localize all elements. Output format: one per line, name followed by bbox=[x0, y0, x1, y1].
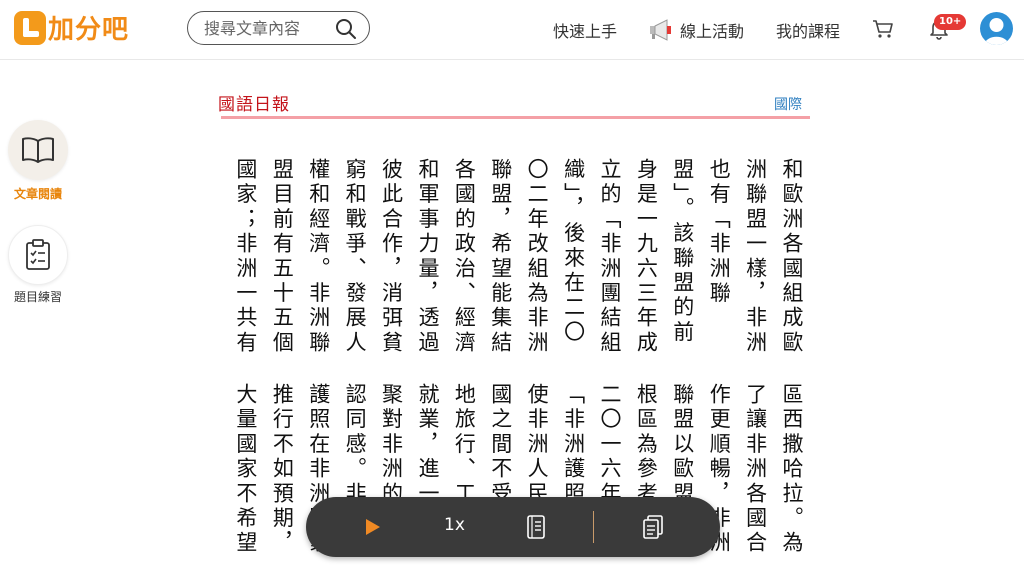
header-divider bbox=[221, 116, 810, 119]
nav-quick-start[interactable]: 快速上手 bbox=[553, 0, 617, 60]
section-tag: 國際 bbox=[774, 97, 802, 113]
playback-speed-button[interactable]: 1x bbox=[444, 515, 465, 535]
app-logo[interactable]: 加分吧 bbox=[14, 9, 129, 46]
text-document-icon[interactable] bbox=[526, 514, 546, 540]
player-divider bbox=[593, 511, 594, 543]
nav-my-courses[interactable]: 我的課程 bbox=[776, 0, 840, 60]
nav-online-events[interactable]: 線上活動 bbox=[648, 0, 744, 60]
audio-player-bar: 1x bbox=[306, 497, 720, 557]
pages-document-icon[interactable] bbox=[642, 514, 664, 540]
sidebar-item-article-reading[interactable] bbox=[8, 120, 68, 180]
megaphone-icon bbox=[650, 19, 671, 41]
nav-my-courses-label: 我的課程 bbox=[776, 22, 841, 41]
shopping-cart-icon[interactable] bbox=[872, 19, 894, 39]
notification-badge: 10+ bbox=[934, 14, 967, 30]
newspaper-header: 國語日報 國際 bbox=[218, 88, 810, 118]
search-icon[interactable] bbox=[335, 18, 357, 40]
sidebar-item-question-practice-label: 題目練習 bbox=[13, 290, 62, 304]
book-icon bbox=[22, 137, 54, 163]
clipboard-checklist-icon bbox=[26, 239, 50, 270]
nav-online-events-label: 線上活動 bbox=[680, 22, 745, 41]
sidebar-item-question-practice[interactable] bbox=[8, 225, 68, 285]
user-avatar-icon bbox=[984, 18, 1009, 45]
sidebar-item-article-reading-label: 文章閱讀 bbox=[13, 187, 62, 201]
top-header: 加分吧 快速上手 線上活動 我的課程 10+ bbox=[0, 0, 1024, 60]
logo-mark-icon bbox=[14, 10, 46, 45]
logo-text: 加分吧 bbox=[48, 15, 130, 45]
play-icon[interactable] bbox=[364, 517, 382, 537]
search-input[interactable] bbox=[204, 18, 334, 38]
user-avatar[interactable] bbox=[980, 12, 1013, 45]
nav-quick-start-label: 快速上手 bbox=[553, 22, 618, 41]
newspaper-brand-logo: 國語日報 bbox=[218, 95, 290, 115]
search-box bbox=[187, 11, 370, 45]
article-text-block-top: 和歐洲各國組成歐洲聯盟一樣，非洲也有「非洲聯盟」。該聯盟的前身是一九六三年成立的… bbox=[233, 158, 804, 356]
